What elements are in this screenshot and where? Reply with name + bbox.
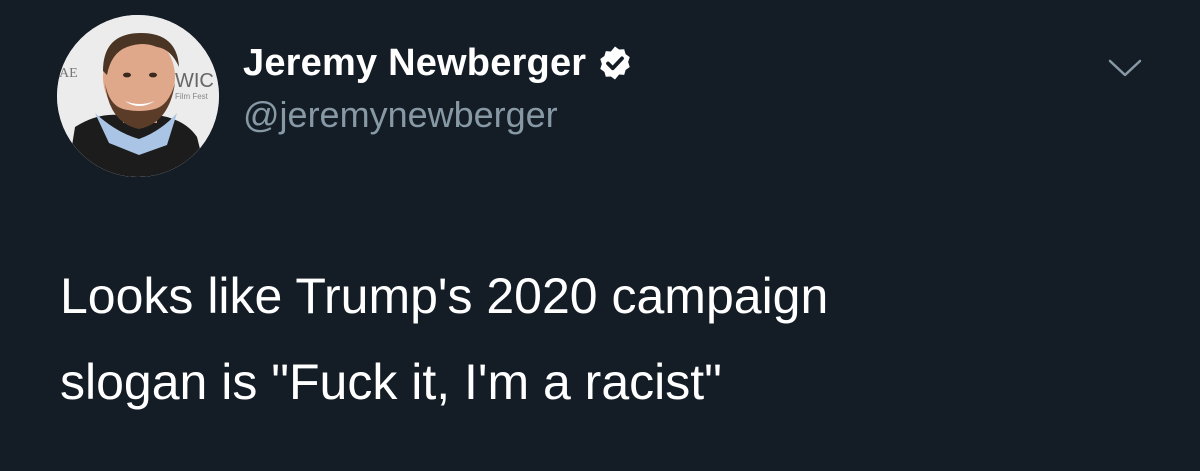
tweet-text: Looks like Trump's 2020 campaign slogan …: [60, 268, 829, 410]
backdrop-right-text: WIC: [175, 70, 214, 92]
chevron-down-icon[interactable]: [1107, 56, 1143, 80]
tweet-card: AE WIC Film Fest Jeremy Newberger @jerem…: [0, 0, 1200, 471]
user-header: Jeremy Newberger @jeremynewberger: [243, 38, 634, 136]
avatar[interactable]: AE WIC Film Fest: [57, 15, 219, 177]
name-row: Jeremy Newberger: [243, 38, 634, 88]
verified-badge-icon: [596, 44, 634, 82]
backdrop-right-subtext: Film Fest: [175, 92, 209, 101]
display-name[interactable]: Jeremy Newberger: [243, 42, 586, 85]
user-handle[interactable]: @jeremynewberger: [243, 94, 634, 136]
avatar-photo: AE WIC Film Fest: [57, 15, 219, 177]
backdrop-left-text: AE: [59, 66, 78, 81]
